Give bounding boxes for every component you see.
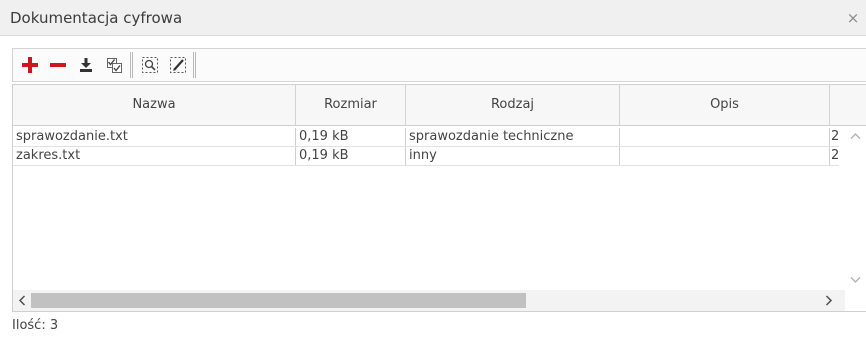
horizontal-scrollbar[interactable] xyxy=(13,290,845,311)
chevron-left-icon[interactable] xyxy=(18,295,26,306)
row-divider xyxy=(13,165,839,166)
close-icon[interactable]: × xyxy=(846,11,860,26)
plus-icon xyxy=(22,57,38,73)
cell-opis xyxy=(620,147,830,165)
column-header-rozmiar[interactable]: Rozmiar xyxy=(296,85,406,125)
column-header-opis[interactable]: Opis xyxy=(620,85,830,125)
edit-selection-button[interactable] xyxy=(165,50,191,80)
cell-nazwa: sprawozdanie.txt xyxy=(13,128,296,146)
horizontal-scroll-thumb[interactable] xyxy=(31,293,526,308)
grid-header: Nazwa Rozmiar Rodzaj Opis xyxy=(13,85,866,126)
vertical-scrollbar[interactable] xyxy=(845,126,866,290)
minus-icon xyxy=(50,63,66,67)
cell-opis xyxy=(620,128,830,146)
toolbar-separator xyxy=(130,52,133,78)
download-button[interactable] xyxy=(73,50,99,80)
cell-rodzaj: inny xyxy=(406,147,620,165)
edit-selection-icon xyxy=(170,57,186,73)
window-titlebar: Dokumentacja cyfrowa × xyxy=(0,0,866,36)
column-header-rodzaj[interactable]: Rodzaj xyxy=(406,85,620,125)
cell-rozmiar: 0,19 kB xyxy=(296,128,406,146)
add-button[interactable] xyxy=(17,50,43,80)
chevron-right-icon[interactable] xyxy=(825,295,833,306)
download-icon xyxy=(80,58,92,72)
remove-button[interactable] xyxy=(45,50,71,80)
toolbar-separator xyxy=(193,52,196,78)
cell-rodzaj: sprawozdanie techniczne xyxy=(406,128,620,146)
chevron-down-icon[interactable] xyxy=(850,276,861,284)
toolbar xyxy=(12,48,866,82)
files-grid: Nazwa Rozmiar Rodzaj Opis sprawozdanie.t… xyxy=(12,84,866,312)
column-header-nazwa[interactable]: Nazwa xyxy=(13,85,296,125)
cell-rozmiar: 0,19 kB xyxy=(296,147,406,165)
cell-extra: 2 xyxy=(831,129,839,144)
select-items-button[interactable] xyxy=(101,50,127,80)
item-count: Ilość: 3 xyxy=(12,318,59,333)
zoom-selection-button[interactable] xyxy=(137,50,163,80)
checklist-icon xyxy=(106,57,122,73)
chevron-up-icon[interactable] xyxy=(850,132,861,140)
table-row[interactable]: zakres.txt 0,19 kB inny 2 xyxy=(13,147,839,165)
zoom-selection-icon xyxy=(142,57,158,73)
cell-extra: 2 xyxy=(831,148,839,163)
cell-nazwa: zakres.txt xyxy=(13,147,296,165)
column-header-extra xyxy=(830,85,866,125)
table-row[interactable]: sprawozdanie.txt 0,19 kB sprawozdanie te… xyxy=(13,128,839,146)
window-title: Dokumentacja cyfrowa xyxy=(10,9,183,27)
